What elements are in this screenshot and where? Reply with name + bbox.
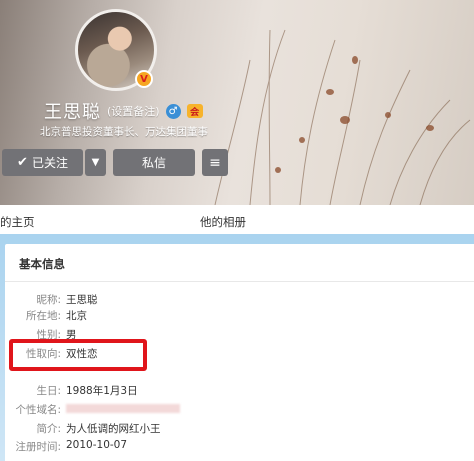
profile-name: 王思聪 [44, 102, 101, 123]
info-label: 所在地: [25, 310, 61, 322]
info-row-registered: 注册时间: 2010-10-07 [5, 439, 305, 457]
info-value: 1988年1月3日 [66, 385, 138, 397]
info-label: 个性域名: [15, 404, 61, 416]
tab-home[interactable]: 的主页 [0, 214, 35, 230]
menu-icon: ≡ [209, 154, 221, 171]
profile-tab-bar: 的主页 他的相册 [0, 205, 474, 235]
red-highlight-box [9, 339, 147, 371]
verified-badge-icon: V [135, 70, 153, 88]
info-value: 为人低调的网红小王 [66, 423, 161, 435]
profile-bio: 北京普思投资董事长、万达集团董事 [40, 126, 208, 138]
redacted-value [66, 404, 180, 413]
info-row-intro: 简介: 为人低调的网红小王 [5, 421, 305, 439]
following-label: 已关注 [31, 156, 68, 170]
info-row-domain: 个性域名: [5, 402, 305, 420]
follow-dropdown-button[interactable]: ▼ [85, 149, 106, 176]
divider [5, 281, 474, 282]
info-label: 简介: [36, 423, 61, 435]
male-gender-icon: ♂ [165, 103, 181, 119]
info-row-birthday: 生日: 1988年1月3日 [5, 383, 305, 401]
info-row-location: 所在地: 北京 [5, 308, 305, 326]
message-label: 私信 [141, 156, 166, 170]
info-value: 北京 [66, 310, 87, 322]
message-button[interactable]: 私信 [113, 149, 195, 176]
info-label: 注册时间: [15, 441, 61, 453]
info-value: 王思聪 [66, 294, 98, 306]
vip-member-icon[interactable]: 会 [186, 104, 203, 118]
tab-album[interactable]: 他的相册 [200, 214, 246, 230]
check-icon: ✔ [17, 155, 28, 170]
chevron-down-icon: ▼ [91, 157, 100, 168]
info-label: 昵称: [36, 294, 61, 306]
info-label: 生日: [36, 385, 61, 397]
more-menu-button[interactable]: ≡ [202, 149, 228, 176]
set-remark-link[interactable]: (设置备注) [107, 103, 160, 119]
following-button[interactable]: ✔ 已关注 [2, 149, 83, 176]
info-value: 2010-10-07 [66, 439, 128, 451]
profile-name-row: 王思聪 (设置备注) ♂ 会 [44, 98, 203, 124]
card-title: 基本信息 [19, 257, 65, 271]
